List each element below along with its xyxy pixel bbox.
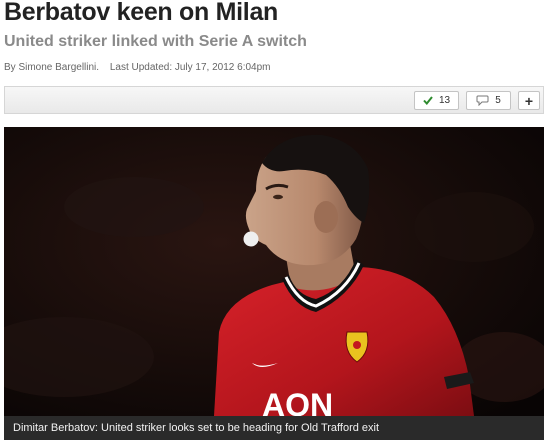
- last-updated: Last Updated: July 17, 2012 6:04pm: [109, 62, 271, 73]
- article-toolbar: 13 5 +: [4, 86, 544, 114]
- photo-caption: Dimitar Berbatov: United striker looks s…: [4, 416, 544, 440]
- article-headline: Berbatov keen on Milan: [4, 0, 279, 26]
- recommend-button[interactable]: 13: [414, 91, 459, 110]
- author-name: By Simone Bargellini.: [4, 62, 100, 73]
- speech-bubble-icon: [476, 95, 489, 106]
- article-photo: AON: [4, 127, 544, 416]
- sponsor-logo: AON: [262, 387, 333, 416]
- comments-button[interactable]: 5: [466, 91, 511, 110]
- byline: By Simone Bargellini. Last Updated: July…: [4, 62, 271, 73]
- player-photo: AON: [4, 127, 544, 416]
- recommend-count: 13: [438, 95, 451, 106]
- comments-count: 5: [495, 95, 501, 106]
- article-subheadline: United striker linked with Serie A switc…: [4, 33, 307, 50]
- share-button[interactable]: +: [518, 91, 540, 110]
- checkmark-icon: [423, 96, 433, 105]
